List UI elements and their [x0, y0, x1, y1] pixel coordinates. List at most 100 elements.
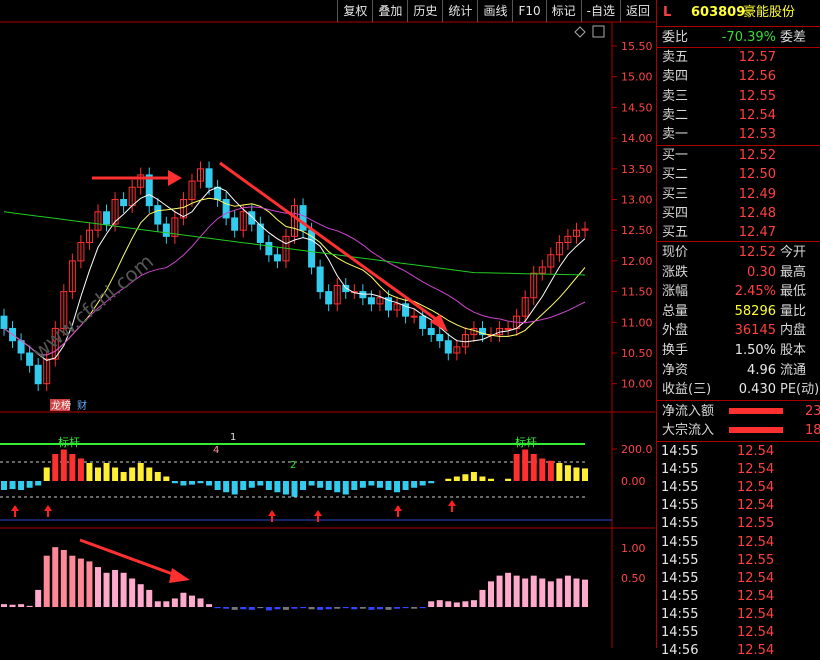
badge-longhubang-label: 龙榜 — [51, 399, 71, 412]
ask-row-value: 12.54 — [738, 107, 776, 123]
trade-time: 14:55 — [661, 570, 699, 586]
ind2-bar — [300, 607, 307, 609]
stat-row-label: 涨跌 — [662, 264, 689, 280]
ind2-bar — [342, 607, 349, 609]
ind1-axis-label: 200.0 — [621, 443, 653, 456]
ask-row: 卖五 12.57 — [657, 48, 820, 67]
stat-row: 涨跌 0.30 最高 — [657, 263, 820, 282]
price-axis-label: 10.00 — [621, 378, 653, 391]
trade-row: 14:55 12.54 — [657, 479, 820, 497]
toolbar-button-1[interactable]: 叠加 — [372, 0, 407, 22]
trade-price: 12.55 — [737, 552, 775, 568]
ind2-bar — [1, 604, 7, 607]
bid-row-value: 12.48 — [738, 205, 776, 221]
toolbar-button-7[interactable]: -自选 — [580, 0, 620, 22]
price-axis-label: 14.00 — [621, 132, 653, 145]
ind2-bar — [9, 604, 16, 607]
bid-row-value: 12.52 — [738, 148, 776, 163]
ind2-bar — [197, 598, 204, 607]
ind1-bar — [9, 481, 16, 490]
annotation-arrow-1-head — [168, 170, 182, 186]
weicha-label: 委差 — [780, 30, 807, 45]
ind1-bar — [522, 449, 529, 481]
trade-price: 12.54 — [737, 480, 775, 496]
stat-row-value: 0.430 — [738, 382, 776, 398]
ind2-bar — [334, 607, 341, 609]
toolbar-button-3[interactable]: 统计 — [442, 0, 477, 22]
ind2-bar — [26, 605, 33, 607]
stat-row-right-label: 今开 — [780, 245, 807, 260]
toolbar-button-6[interactable]: 标记 — [545, 0, 581, 22]
candle-body — [359, 291, 367, 299]
candle-body — [154, 205, 162, 225]
candle-body — [231, 217, 239, 231]
stat-row-value: 12.52 — [738, 245, 776, 260]
toolbar-button-5[interactable]: F10 — [512, 0, 545, 22]
trade-row: 14:56 12.54 — [657, 642, 820, 660]
ind2-bar — [18, 604, 25, 607]
toolbar-button-2[interactable]: 历史 — [407, 0, 442, 22]
trade-time: 14:55 — [661, 516, 699, 532]
ind2-bar — [462, 601, 469, 607]
bid-row: 买一 12.52 — [657, 146, 820, 165]
ask-row-label: 卖五 — [662, 50, 689, 65]
ind2-axis-label: 0.50 — [621, 572, 646, 585]
ind1-bar — [573, 467, 580, 481]
ind1-bar — [120, 472, 127, 481]
ind1-bar — [325, 481, 332, 490]
ind1-bar — [86, 463, 93, 481]
ind2-bar — [282, 607, 289, 610]
stat-row-label: 换手 — [662, 343, 689, 358]
bid-row-label: 买四 — [662, 205, 689, 221]
ind2-bar — [470, 600, 477, 607]
trade-price: 12.54 — [737, 588, 775, 604]
ind1-bar — [351, 481, 358, 490]
ind2-bar — [488, 581, 495, 607]
candle-body — [273, 254, 281, 262]
kline-chart-area[interactable]: 15.50 15.00 14.50 14.00 13.50 13.00 12.50 12.00… — [0, 0, 655, 648]
ind2-bar — [351, 607, 358, 610]
ind1-bar — [103, 463, 110, 481]
ind1-bar — [69, 454, 76, 481]
toolbar-button-4[interactable]: 画线 — [477, 0, 512, 22]
marker-label: 标杆 — [515, 435, 537, 449]
candle-body — [299, 205, 307, 231]
stat-row-label: 净资 — [662, 362, 689, 378]
stat-row-label: 现价 — [662, 245, 689, 260]
ind2-bar — [419, 607, 426, 609]
weibi-row: 委比 -70.39% 委差 — [657, 28, 820, 47]
candle-body — [205, 168, 213, 188]
toolbar-button-0[interactable]: 复权 — [337, 0, 372, 22]
ind2-bar — [539, 578, 546, 607]
ind1-bar — [206, 481, 213, 486]
annotation-arrow-3 — [79, 538, 179, 578]
trade-time: 14:55 — [661, 498, 699, 514]
price-axis-label: 15.50 — [621, 40, 653, 53]
trade-row: 14:55 12.54 — [657, 443, 820, 461]
ind2-bar — [120, 572, 127, 607]
ind2-bar — [402, 607, 409, 609]
candle-body — [436, 334, 444, 342]
stat-row-right-label: 量比 — [780, 303, 807, 319]
ind1-bar — [137, 463, 144, 481]
ask-row-value: 12.56 — [738, 69, 776, 85]
ind1-bar — [18, 481, 25, 490]
ind1-bar — [470, 472, 477, 481]
bid-row: 买三 12.49 — [657, 185, 820, 204]
ask-row-label: 卖一 — [662, 127, 689, 143]
ind2-bar — [180, 592, 187, 607]
toolbar-button-8[interactable]: 返回 — [619, 0, 655, 22]
ind1-bar — [453, 476, 460, 481]
kline-chart-svg[interactable]: 15.50 15.00 14.50 14.00 13.50 13.00 12.50 12.00… — [0, 0, 655, 648]
ind1-bar — [359, 481, 366, 488]
ind2-bar — [564, 575, 571, 607]
candle-body — [0, 315, 8, 329]
ind2-bar — [257, 607, 264, 609]
ind1-bar — [564, 465, 571, 481]
bid-row-value: 12.49 — [738, 186, 776, 202]
ind1-bar — [26, 481, 33, 488]
ind1-bar — [265, 481, 272, 490]
ind1-bar — [376, 481, 383, 488]
chart-toolbar: 复权 叠加 历史 统计 画线 F10 标记 -自选 返回 — [337, 0, 655, 22]
bid-row: 买二 12.50 — [657, 165, 820, 184]
